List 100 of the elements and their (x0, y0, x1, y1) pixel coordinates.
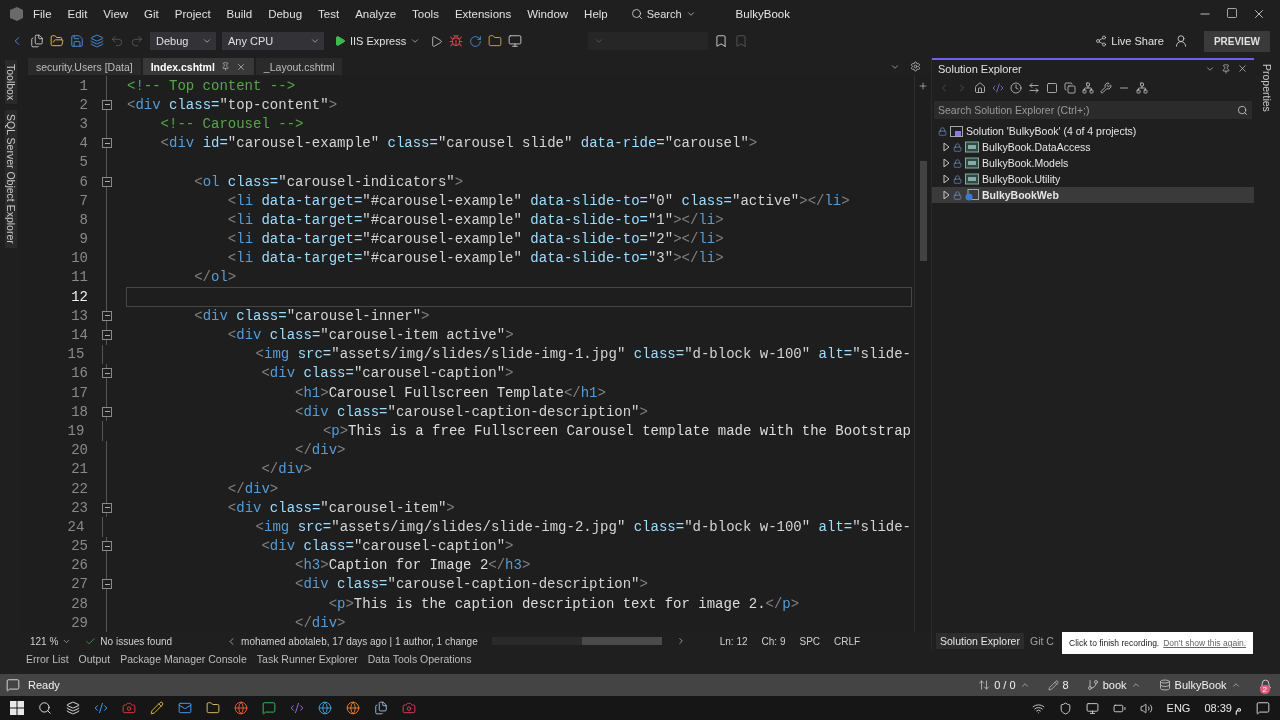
share-icon[interactable] (1095, 35, 1108, 47)
fold-toggle[interactable] (102, 541, 112, 552)
home-icon[interactable] (974, 82, 986, 94)
tree-item-row[interactable]: BulkyBook.DataAccess (932, 139, 1254, 155)
tool-window-tab[interactable]: Error List (26, 653, 69, 665)
menu-item[interactable]: Extensions (447, 5, 519, 23)
search-icon[interactable] (1237, 104, 1248, 116)
expander-icon[interactable] (942, 191, 950, 199)
fold-toggle[interactable] (102, 579, 112, 590)
menu-item[interactable]: File (26, 5, 59, 23)
bug-icon[interactable] (449, 34, 464, 48)
pin-icon[interactable] (1221, 63, 1231, 74)
new-project-icon[interactable] (30, 34, 44, 48)
fold-toggle[interactable] (102, 368, 112, 379)
edits-indicator[interactable]: 8 (1047, 679, 1069, 691)
expander-icon[interactable] (942, 159, 950, 167)
feedback-icon[interactable] (1173, 34, 1188, 48)
tool-window-tab[interactable]: Output (78, 653, 111, 665)
bookmark-icon[interactable] (714, 34, 729, 48)
branch-indicator[interactable]: book (1086, 679, 1141, 691)
chat-icon[interactable] (262, 701, 276, 715)
clock[interactable]: 08:39 م (1204, 701, 1242, 715)
zoom-level[interactable]: 121 % (30, 635, 72, 647)
recorder-icon[interactable] (122, 701, 136, 715)
menu-item[interactable]: Help (577, 5, 615, 23)
mail-icon[interactable] (178, 701, 192, 715)
menu-item[interactable]: Window (520, 5, 576, 23)
arrows-icon[interactable] (978, 679, 991, 691)
tool-window-tab[interactable]: Data Tools Operations (367, 653, 472, 665)
task-view-icon[interactable] (66, 701, 80, 715)
document-tab[interactable]: security.Users [Data] (28, 58, 141, 75)
fold-toggle[interactable] (102, 138, 112, 149)
play-outline-icon[interactable] (430, 34, 444, 48)
platform-dropdown[interactable]: Any CPU (222, 32, 324, 50)
side-panel-tab[interactable]: SQL Server Object Explorer (5, 110, 17, 248)
menu-item[interactable]: Build (219, 5, 260, 23)
pencil-icon[interactable] (1047, 679, 1059, 691)
refresh-icon[interactable] (469, 34, 483, 48)
volume-icon[interactable] (1139, 701, 1153, 715)
globe-icon[interactable] (234, 701, 248, 715)
play-icon[interactable] (334, 35, 346, 47)
menu-item[interactable]: Project (167, 5, 218, 23)
clock-icon[interactable] (1010, 82, 1022, 94)
fold-toggle[interactable] (102, 99, 112, 110)
wrench-icon[interactable] (1100, 82, 1112, 94)
preview-button[interactable]: PREVIEW (1203, 30, 1270, 52)
expander-icon[interactable] (942, 175, 950, 183)
browser-icon[interactable] (318, 701, 332, 715)
caret-icon[interactable] (685, 9, 696, 19)
folder-icon[interactable] (488, 34, 503, 48)
folder-icon[interactable] (206, 701, 220, 715)
document-tab[interactable]: Index.cshtml (142, 58, 254, 75)
caret-icon[interactable] (1130, 680, 1141, 690)
pin-icon[interactable] (220, 62, 230, 71)
windows-start-icon[interactable] (10, 701, 24, 715)
caret-icon[interactable] (1019, 680, 1030, 690)
repository-icon[interactable] (1158, 679, 1171, 691)
menu-item[interactable]: Test (311, 5, 347, 23)
live-share-button[interactable]: Live Share (1091, 33, 1168, 49)
search-icon[interactable] (38, 701, 52, 715)
fold-toggle[interactable] (102, 330, 112, 341)
pen-app-icon[interactable] (150, 701, 164, 715)
open-folder-icon[interactable] (50, 34, 64, 48)
fox-browser-icon[interactable] (346, 701, 360, 715)
menu-item[interactable]: Debug (261, 5, 310, 23)
panel-tab[interactable]: Git C (1025, 633, 1058, 649)
menu-item[interactable]: Analyze (348, 5, 404, 23)
document-tab[interactable]: _Layout.cshtml (255, 58, 343, 75)
side-panel-tab[interactable]: Properties (1261, 60, 1273, 116)
tree-item-row[interactable]: BulkyBook.Utility (932, 171, 1254, 187)
settings-icon[interactable] (910, 61, 921, 72)
tree-item[interactable]: Solution 'BulkyBook' (4 of 4 projects) (966, 125, 1137, 137)
tree-item-row[interactable]: BulkyBookWeb (932, 187, 1254, 203)
tool-window-tab[interactable]: Task Runner Explorer (256, 653, 358, 665)
fold-toggle[interactable] (102, 502, 112, 513)
fold-toggle[interactable] (102, 310, 112, 321)
dismiss-link[interactable]: Don't show this again. (1163, 638, 1247, 648)
caret-icon[interactable] (410, 36, 421, 46)
fold-toggle[interactable] (102, 406, 112, 417)
close-icon[interactable] (1237, 63, 1248, 74)
video-camera-icon[interactable] (402, 701, 416, 715)
maximize-icon[interactable] (1226, 7, 1238, 19)
ide-icon[interactable] (290, 701, 304, 715)
save-all-icon[interactable] (90, 34, 104, 48)
caret-icon[interactable] (310, 36, 320, 46)
menu-item[interactable]: Edit (60, 5, 95, 23)
repository-indicator[interactable]: BulkyBook (1158, 679, 1241, 691)
copy-icon[interactable] (1064, 82, 1076, 94)
caret-icon[interactable] (1230, 680, 1241, 690)
fold-toggle[interactable] (102, 176, 112, 187)
shield-icon[interactable] (1058, 701, 1072, 715)
horizontal-scrollbar[interactable] (491, 637, 662, 645)
diagram-icon[interactable] (1136, 82, 1148, 94)
save-icon[interactable] (70, 34, 84, 48)
close-icon[interactable] (235, 61, 246, 72)
notes-icon[interactable] (374, 701, 388, 715)
menu-item[interactable]: Tools (405, 5, 446, 23)
side-panel-tab[interactable]: Toolbox (5, 60, 17, 105)
sync-icon[interactable] (1028, 82, 1040, 94)
language-indicator[interactable]: ENG (1166, 702, 1191, 714)
